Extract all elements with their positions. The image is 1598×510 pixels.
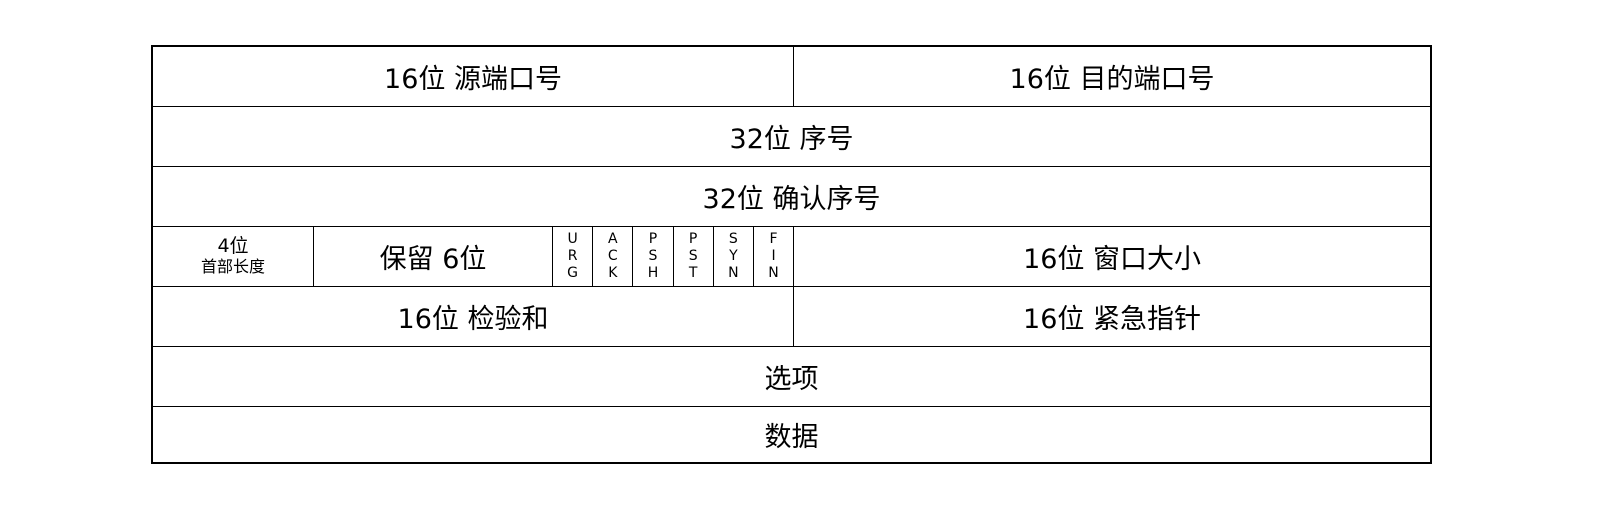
flag-letter: I [771,248,776,264]
flag-letter: K [608,265,618,281]
flag-letter: C [607,248,618,264]
flag-cell: PSH [633,227,674,286]
urgent-pointer-cell: 16位 紧急指针 [1023,304,1201,335]
flag-cell: URG [553,227,594,286]
flag-letter: H [647,265,659,281]
flag-letter: N [728,265,739,281]
flag-letter: F [769,231,778,247]
flag-letter: S [728,231,738,247]
row-data: 数据 [153,407,1430,462]
window-size-cell: 16位 窗口大小 [1023,244,1202,275]
row-checksum: 16位 检验和 16位 紧急指针 [153,287,1430,347]
flag-letter: S [648,248,658,264]
header-length-label: 首部长度 [200,257,265,277]
flag-letter: R [567,248,578,264]
row-flags: 4位 首部长度 保留 6位 URGACKPSHPSTSYNFIN 16位 窗口大… [153,227,1430,287]
tcp-header-diagram: 16位 源端口号 16位 目的端口号 32位 序号 32位 确认序号 4位 首部… [151,45,1432,464]
row-options: 选项 [153,347,1430,407]
header-length-cell: 4位 首部长度 [153,227,314,286]
source-port-cell: 16位 源端口号 [153,47,794,106]
sequence-number-cell: 32位 序号 [729,124,854,155]
flag-letter: U [567,231,578,247]
flag-letter: P [648,231,658,247]
flag-cell: ACK [593,227,634,286]
flag-letter: Y [729,248,738,264]
reserved-cell: 保留 6位 [314,227,553,286]
row-ports: 16位 源端口号 16位 目的端口号 [153,47,1430,107]
ack-number-cell: 32位 确认序号 [702,184,881,215]
flag-letter: A [607,231,618,247]
flag-cell: SYN [714,227,754,286]
flag-letter: P [688,231,698,247]
flag-letter: G [567,265,579,281]
flag-cell: PST [674,227,714,286]
flag-letter: S [688,248,698,264]
data-cell: 数据 [764,422,819,453]
flag-letter: T [688,265,698,281]
row-ack: 32位 确认序号 [153,167,1430,227]
row-sequence: 32位 序号 [153,107,1430,167]
checksum-cell: 16位 检验和 [153,287,794,346]
destination-port-cell: 16位 目的端口号 [1009,64,1215,95]
options-cell: 选项 [764,364,819,395]
flag-letter: N [768,265,779,281]
header-length-bits: 4位 [217,235,249,258]
flag-cell: FIN [754,227,795,286]
